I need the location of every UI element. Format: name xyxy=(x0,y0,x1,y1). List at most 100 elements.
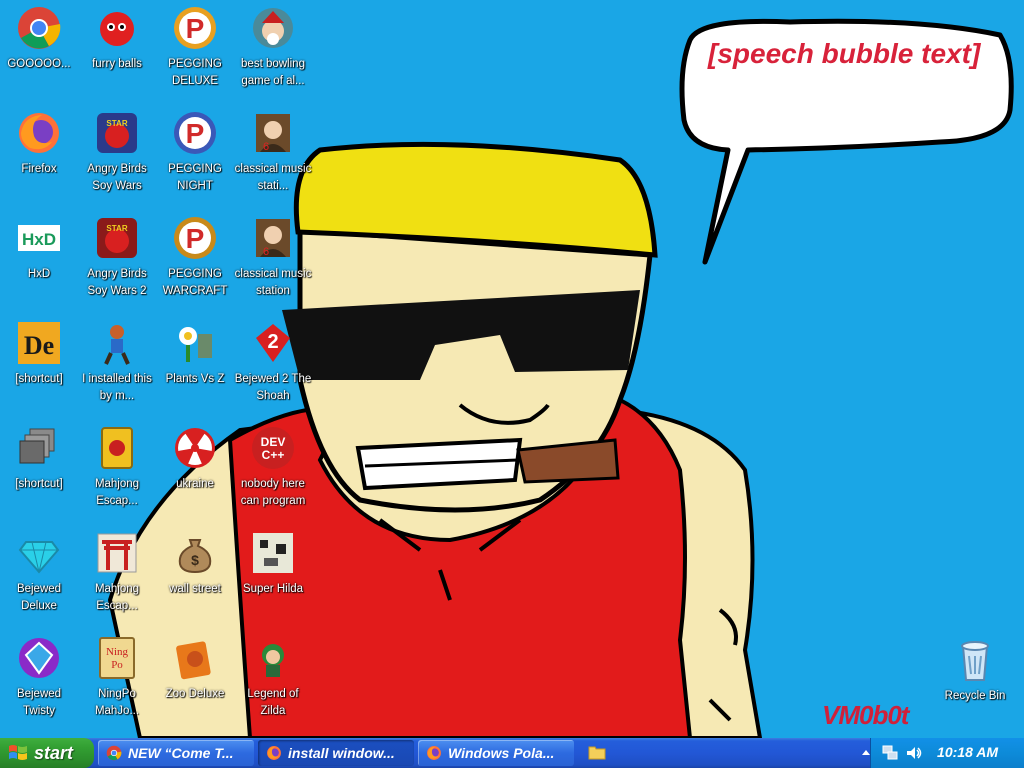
svg-text:6: 6 xyxy=(263,246,269,258)
legend-of-zelda-icon xyxy=(249,634,297,682)
desktop-shortcut-label: PEGGING NIGHT xyxy=(168,163,222,192)
desktop-shortcut-label: Angry Birds Soy Wars 2 xyxy=(87,268,147,297)
desktop-shortcut[interactable]: STAR Angry Birds Soy Wars 2 xyxy=(78,214,156,314)
desktop-shortcut-label: Bejewed Twisty xyxy=(16,688,62,717)
desktop-shortcut-label: NingPo MahJo... xyxy=(94,688,140,717)
desktop-shortcut[interactable]: Mahjong Escap... xyxy=(78,529,156,629)
svg-text:Ning: Ning xyxy=(106,646,129,658)
svg-text:Po: Po xyxy=(111,659,123,671)
desktop-shortcut-label: PEGGING DELUXE xyxy=(168,58,222,87)
desktop-shortcut[interactable]: STAR Angry Birds Soy Wars xyxy=(78,109,156,209)
network-icon[interactable] xyxy=(881,744,899,762)
peggle-icon: P xyxy=(171,4,219,52)
desktop-shortcut[interactable]: 6 classical music station xyxy=(234,214,312,314)
angry-birds-star-wars-icon: STAR xyxy=(93,109,141,157)
svg-text:P: P xyxy=(186,13,205,44)
desktop-shortcut[interactable]: $ wall street xyxy=(156,529,234,629)
desktop-shortcut[interactable]: DEV C++ nobody here can program xyxy=(234,424,312,524)
red-fuzzball-icon xyxy=(93,4,141,52)
dev-cpp-icon: DEV C++ xyxy=(249,424,297,472)
desktop-shortcut[interactable]: 6 classical music stati... xyxy=(234,109,312,209)
ningpo-mahjong-icon: Ning Po xyxy=(93,634,141,682)
svg-text:STAR: STAR xyxy=(106,119,127,128)
chrome-icon xyxy=(15,4,63,52)
peggle-night-icon: P xyxy=(171,109,219,157)
desktop-shortcut-label: [shortcut] xyxy=(15,373,63,385)
desktop-shortcut-label: classical music stati... xyxy=(234,163,312,192)
desktop-shortcut[interactable]: ukraine xyxy=(156,424,234,524)
svg-text:P: P xyxy=(186,223,205,254)
zoo-deluxe-icon xyxy=(171,634,219,682)
desktop-shortcut[interactable]: Zoo Deluxe xyxy=(156,634,234,734)
plants-vs-zombies-icon xyxy=(171,319,219,367)
svg-text:2: 2 xyxy=(267,331,278,353)
desktop-shortcut[interactable]: Plants Vs Z xyxy=(156,319,234,419)
desktop-shortcut[interactable]: P PEGGING WARCRAFT xyxy=(156,214,234,314)
desktop-shortcut-label: nobody here can program xyxy=(240,478,306,507)
desktop-shortcut[interactable]: Firefox xyxy=(0,109,78,209)
mahjong-tile-icon xyxy=(93,424,141,472)
recycle-bin-label: Recycle Bin xyxy=(944,690,1006,702)
volume-icon[interactable] xyxy=(905,744,923,762)
desktop-shortcut-label: Firefox xyxy=(21,163,57,175)
radiation-icon xyxy=(171,424,219,472)
desktop-shortcut-label: classical music station xyxy=(234,268,312,297)
desktop-shortcut[interactable]: [shortcut] xyxy=(0,424,78,524)
desktop-shortcut-label: wall street xyxy=(169,583,221,595)
taskbar-button[interactable]: Windows Pola... xyxy=(418,740,574,766)
desktop-shortcut-label: HxD xyxy=(27,268,51,280)
desktop-shortcut[interactable]: Ning Po NingPo MahJo... xyxy=(78,634,156,734)
desktop-shortcut[interactable]: Legend of Zilda xyxy=(234,634,312,734)
taskbar-button[interactable]: NEW “Come T... xyxy=(98,740,254,766)
money-bag-icon: $ xyxy=(171,529,219,577)
desktop-shortcut[interactable]: Mahjong Escap... xyxy=(78,424,156,524)
show-hidden-arrow-icon[interactable] xyxy=(861,747,871,757)
desktop-shortcut-label: Zoo Deluxe xyxy=(165,688,225,700)
svg-text:HxD: HxD xyxy=(22,230,56,249)
classical-portrait-icon: 6 xyxy=(249,214,297,262)
taskbar-button[interactable]: install window... xyxy=(258,740,414,766)
desktop-shortcut[interactable]: Super Hilda xyxy=(234,529,312,629)
chrome-icon xyxy=(106,745,122,761)
desktop-shortcut[interactable]: P PEGGING DELUXE xyxy=(156,4,234,104)
desktop-shortcut-label: Bejewed Deluxe xyxy=(16,583,62,612)
svg-text:STAR: STAR xyxy=(106,224,127,233)
desktop-shortcut[interactable]: I installed this by m... xyxy=(78,319,156,419)
desktop-shortcut[interactable]: 2 Bejewed 2 The Shoah xyxy=(234,319,312,419)
desktop-shortcut-label: Angry Birds Soy Wars xyxy=(87,163,147,192)
taskbar: start NEW “Come T... install window... Win… xyxy=(0,738,1024,768)
bejeweled-twist-icon xyxy=(15,634,63,682)
desktop-shortcut-label: ukraine xyxy=(176,478,214,490)
clock[interactable]: 10:18 AM xyxy=(937,744,998,760)
desktop-shortcut[interactable]: Bejewed Twisty xyxy=(0,634,78,734)
desktop-shortcut-label: [shortcut] xyxy=(15,478,63,490)
speech-bubble-text: [speech bubble text] xyxy=(708,38,981,69)
desktop-shortcut[interactable]: best bowling game of al... xyxy=(234,4,312,104)
desktop-shortcut[interactable]: GOOOOO... xyxy=(0,4,78,104)
firefox-icon xyxy=(266,745,282,761)
windows-flag-icon xyxy=(9,745,27,760)
desktop-shortcut[interactable]: furry balls xyxy=(78,4,156,104)
svg-text:DEV: DEV xyxy=(261,435,286,449)
desktop-shortcut-label: Mahjong Escap... xyxy=(94,478,140,507)
hxd-icon: HxD xyxy=(15,214,63,262)
folder-icon[interactable] xyxy=(588,744,606,760)
taskbar-button-label: NEW “Come T... xyxy=(128,745,234,761)
svg-text:C++: C++ xyxy=(262,448,285,462)
taskbar-button-label: Windows Pola... xyxy=(448,745,555,761)
desktop-shortcut[interactable]: Bejewed Deluxe xyxy=(0,529,78,629)
de-icon: De xyxy=(15,319,63,367)
start-label: start xyxy=(34,742,74,763)
start-button[interactable]: start xyxy=(0,738,94,768)
desktop-shortcut[interactable]: HxD HxD xyxy=(0,214,78,314)
desktop-shortcut-label: furry balls xyxy=(92,58,142,70)
firefox-icon xyxy=(15,109,63,157)
taskbar-button-label: install window... xyxy=(288,745,395,761)
system-tray: 10:18 AM xyxy=(862,738,1024,768)
angry-birds-star-wars-2-icon: STAR xyxy=(93,214,141,262)
desktop-shortcut[interactable]: De [shortcut] xyxy=(0,319,78,419)
desktop-shortcut[interactable]: P PEGGING NIGHT xyxy=(156,109,234,209)
runner-character-icon xyxy=(93,319,141,367)
desktop-shortcut-label: I installed this by m... xyxy=(82,373,152,402)
recycle-bin-shortcut[interactable]: Recycle Bin xyxy=(936,636,1014,736)
